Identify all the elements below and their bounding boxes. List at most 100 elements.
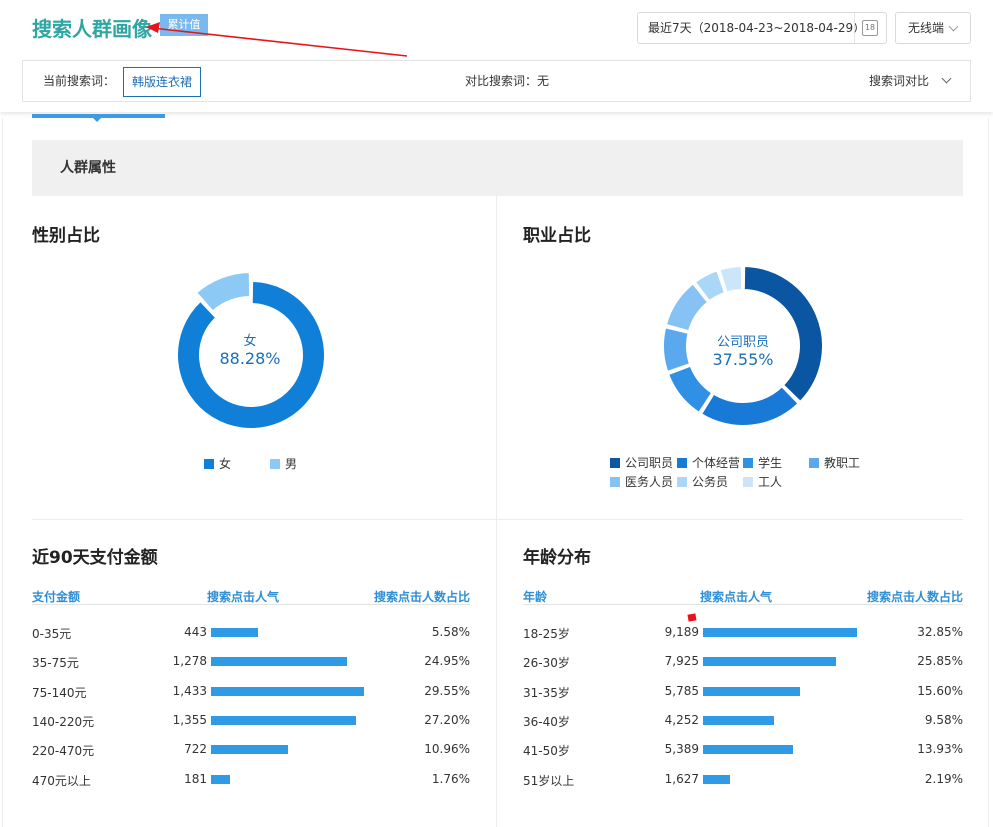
date-range-picker[interactable]: 最近7天（2018-04-23~2018-04-29） 18 bbox=[637, 12, 887, 44]
row-share: 1.76% bbox=[431, 771, 470, 786]
row-share: 27.20% bbox=[424, 712, 470, 727]
horizontal-divider bbox=[32, 519, 963, 520]
row-label: 140-220元 bbox=[32, 714, 95, 729]
occupation-panel-title: 职业占比 bbox=[523, 226, 591, 246]
date-range-text: 最近7天（2018-04-23~2018-04-29） bbox=[648, 21, 866, 35]
legend-item-company-staff[interactable]: 公司职员 bbox=[610, 454, 673, 471]
row-share: 2.19% bbox=[924, 771, 963, 786]
row-label: 31-35岁 bbox=[523, 685, 570, 700]
occupation-center-label: 公司职员 37.55% bbox=[693, 331, 793, 369]
legend-item-student[interactable]: 学生 bbox=[743, 454, 782, 471]
age-panel-title: 年龄分布 bbox=[523, 548, 591, 568]
legend-label: 男 bbox=[285, 457, 298, 471]
payment-col-clicks[interactable]: 搜索点击人气 bbox=[207, 588, 279, 605]
legend-label: 教职工 bbox=[824, 456, 861, 470]
bar-51岁以上 bbox=[703, 774, 730, 784]
occupation-center-name: 公司职员 bbox=[716, 335, 769, 350]
age-col-share[interactable]: 搜索点击人数占比 bbox=[867, 588, 963, 605]
table-header-line bbox=[523, 604, 963, 605]
tab-pointer-icon bbox=[92, 117, 102, 122]
bar-18-25岁 bbox=[703, 628, 857, 637]
device-select[interactable]: 无线端 bbox=[895, 12, 971, 44]
legend-item-female[interactable]: 女 bbox=[204, 455, 231, 472]
legend-swatch bbox=[610, 477, 620, 487]
row-label: 35-75元 bbox=[32, 656, 79, 671]
legend-item-male[interactable]: 男 bbox=[270, 455, 297, 472]
search-term-bar: 当前搜索词： 韩版连衣裙 对比搜索词：无 搜索词对比 bbox=[22, 60, 971, 102]
row-value: 4,252 bbox=[664, 712, 699, 727]
section-title: 人群属性 bbox=[60, 160, 116, 176]
row-value: 5,389 bbox=[664, 742, 699, 757]
device-select-value: 无线端 bbox=[908, 21, 945, 35]
legend-item-medical[interactable]: 医务人员 bbox=[610, 473, 673, 490]
row-value: 5,785 bbox=[664, 683, 699, 698]
row-value: 1,627 bbox=[664, 771, 699, 786]
row-share: 13.93% bbox=[917, 742, 963, 757]
gender-center-label: 女 88.28% bbox=[200, 330, 300, 368]
row-share: 9.58% bbox=[924, 712, 963, 727]
bar-75-140元 bbox=[211, 686, 364, 696]
age-col-clicks[interactable]: 搜索点击人气 bbox=[700, 588, 772, 605]
annotation-mark bbox=[687, 613, 697, 622]
row-value: 722 bbox=[184, 742, 207, 757]
row-value: 9,189 bbox=[664, 625, 699, 639]
row-share: 29.55% bbox=[424, 683, 470, 698]
payment-col-share[interactable]: 搜索点击人数占比 bbox=[374, 588, 470, 605]
row-value: 1,433 bbox=[172, 683, 207, 698]
legend-item-worker[interactable]: 工人 bbox=[743, 473, 782, 490]
occupation-center-value: 37.55% bbox=[712, 350, 774, 369]
bar-140-220元 bbox=[211, 715, 356, 725]
row-share: 5.58% bbox=[431, 625, 470, 639]
row-share: 15.60% bbox=[917, 683, 963, 698]
donut-slice-个体经营[interactable] bbox=[699, 384, 801, 427]
payment-panel-title: 近90天支付金额 bbox=[32, 548, 158, 568]
row-label: 26-30岁 bbox=[523, 656, 570, 671]
row-label: 18-25岁 bbox=[523, 627, 570, 641]
row-label: 220-470元 bbox=[32, 744, 95, 759]
bar-35-75元 bbox=[211, 657, 347, 667]
donut-slice-教职工[interactable] bbox=[662, 326, 692, 374]
compare-term-label: 对比搜索词：无 bbox=[465, 74, 550, 88]
section-header: 人群属性 bbox=[32, 140, 963, 196]
compare-toggle-button[interactable]: 搜索词对比 bbox=[869, 61, 929, 101]
bar-0-35元 bbox=[211, 628, 258, 637]
row-value: 181 bbox=[184, 771, 207, 786]
row-value: 1,278 bbox=[172, 654, 207, 669]
divider bbox=[854, 13, 855, 43]
row-share: 32.85% bbox=[917, 625, 963, 639]
row-label: 51岁以上 bbox=[523, 773, 575, 788]
row-share: 24.95% bbox=[424, 654, 470, 669]
row-value: 443 bbox=[184, 625, 207, 639]
legend-item-teacher[interactable]: 教职工 bbox=[809, 454, 860, 471]
top-header: 搜索人群画像 累计值 最近7天（2018-04-23~2018-04-29） 1… bbox=[0, 0, 993, 112]
current-term-chip[interactable]: 韩版连衣裙 bbox=[123, 67, 201, 97]
gender-center-value: 88.28% bbox=[219, 349, 281, 368]
bar-26-30岁 bbox=[703, 657, 836, 667]
page-title: 搜索人群画像 bbox=[32, 17, 152, 41]
row-share: 10.96% bbox=[424, 742, 470, 757]
current-term-label: 当前搜索词： bbox=[43, 74, 116, 88]
calendar-icon[interactable]: 18 bbox=[862, 20, 878, 36]
chevron-down-icon bbox=[948, 21, 959, 32]
row-label: 75-140元 bbox=[32, 685, 87, 700]
legend-label: 公司职员 bbox=[625, 456, 674, 470]
row-label: 41-50岁 bbox=[523, 744, 570, 759]
table-header-line bbox=[32, 604, 470, 605]
legend-item-self-employed[interactable]: 个体经营 bbox=[677, 454, 740, 471]
gender-center-name: 女 bbox=[243, 334, 257, 349]
legend-swatch bbox=[677, 458, 687, 468]
gender-panel-title: 性别占比 bbox=[32, 226, 100, 246]
legend-label: 学生 bbox=[758, 456, 783, 470]
bar-220-470元 bbox=[211, 745, 288, 755]
legend-item-civil-servant[interactable]: 公务员 bbox=[677, 473, 728, 490]
legend-swatch bbox=[743, 458, 753, 468]
vertical-divider bbox=[496, 196, 497, 827]
payment-col-amount[interactable]: 支付金额 bbox=[32, 588, 80, 605]
legend-label: 医务人员 bbox=[625, 475, 674, 489]
annotation-arrow bbox=[146, 22, 408, 57]
age-col-age[interactable]: 年龄 bbox=[523, 588, 547, 605]
legend-swatch bbox=[677, 477, 687, 487]
legend-swatch bbox=[743, 477, 753, 487]
chevron-down-icon[interactable] bbox=[941, 73, 952, 84]
row-label: 36-40岁 bbox=[523, 714, 570, 729]
